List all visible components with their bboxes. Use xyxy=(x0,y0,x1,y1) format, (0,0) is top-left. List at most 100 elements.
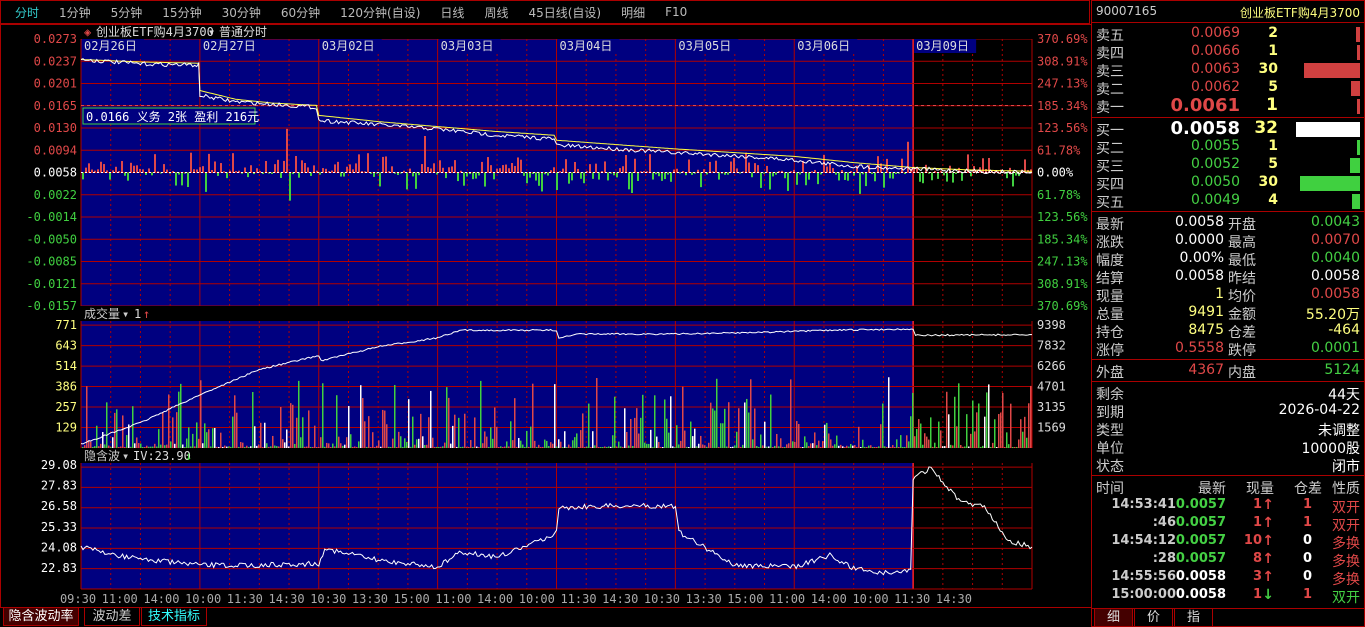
change-bar-up xyxy=(346,166,348,173)
volume-bar xyxy=(438,446,440,448)
side-tab-2[interactable]: 指 xyxy=(1174,609,1213,627)
volume-bar xyxy=(674,446,676,448)
volume-bar xyxy=(912,392,914,448)
bottom-tab-0[interactable]: 隐含波动率 xyxy=(3,608,79,626)
change-bar-up xyxy=(220,163,222,173)
volume-bar xyxy=(592,431,594,448)
bottom-tab-1[interactable]: 波动差 xyxy=(84,608,140,626)
bid-row-1: 买一 0.0058 32 xyxy=(1092,118,1364,139)
volume-bar xyxy=(752,439,754,448)
price-tick-left: -0.0085 xyxy=(26,255,77,269)
change-bar-up xyxy=(136,165,138,173)
volume-bar xyxy=(650,429,652,448)
volume-bar xyxy=(140,443,142,448)
volume-bar xyxy=(260,422,262,448)
time-tick: 10:00 xyxy=(852,592,888,606)
contract-value: 2026-04-22 xyxy=(1278,402,1360,418)
volume-bar xyxy=(360,385,362,448)
volume-bar xyxy=(346,437,348,448)
volume-bar xyxy=(922,444,924,448)
volume-bar xyxy=(558,439,560,448)
volume-bar xyxy=(390,447,392,448)
stat-label: 涨跌 xyxy=(1096,235,1124,251)
trade-row: 14:54:12 0.0057 10 ↑ 0 多换 xyxy=(1092,533,1364,552)
volume-bar xyxy=(496,427,498,448)
ask-volume: 30 xyxy=(1258,61,1278,77)
change-bar-up xyxy=(439,160,441,173)
iv-tick-left: 25.33 xyxy=(41,520,77,534)
volume-bar xyxy=(134,443,136,448)
volume-bar xyxy=(564,431,566,448)
volume-bar xyxy=(500,446,502,448)
quote-header: 90007165 创业板ETF购4月3700 xyxy=(1092,4,1364,22)
volume-bar xyxy=(308,410,310,448)
tab-2[interactable]: 5分钟 xyxy=(111,4,143,21)
change-bar-down xyxy=(955,172,957,174)
change-bar-down xyxy=(280,172,282,178)
change-bar-up xyxy=(442,167,444,173)
tab-1[interactable]: 1分钟 xyxy=(59,4,91,21)
volume-bar xyxy=(724,408,726,448)
volume-bar xyxy=(638,433,640,448)
volume-bar xyxy=(786,444,788,448)
change-bar-up xyxy=(901,158,903,173)
tab-3[interactable]: 15分钟 xyxy=(162,4,201,21)
chart-area[interactable]: ◈ 创业板ETF购4月3700 ▾ 普通分时 02月26日 02月27日 03月02日 03月… xyxy=(0,24,1092,608)
stat-value: 0.0040 xyxy=(1311,250,1360,266)
change-bar-down xyxy=(607,172,609,181)
volume-bar xyxy=(352,446,354,448)
volume-bar xyxy=(230,446,232,448)
change-bar-up xyxy=(382,156,384,173)
change-bar-down xyxy=(718,172,720,180)
volume-bar xyxy=(192,433,194,448)
ask-volume: 1 xyxy=(1266,95,1278,115)
side-tab-0[interactable]: 细 xyxy=(1094,609,1133,627)
chart-svg[interactable]: ◈ 创业板ETF购4月3700▾ 普通分时02月26日 02月27日 03月02日 03月… xyxy=(1,24,1091,607)
volume-value: 1 xyxy=(134,307,141,321)
volume-bar xyxy=(656,436,658,448)
tab-7[interactable]: 日线 xyxy=(440,4,464,21)
volume-bar xyxy=(180,383,182,448)
volume-bar xyxy=(868,445,870,448)
volume-bar xyxy=(206,432,208,448)
tab-8[interactable]: 周线 xyxy=(484,4,508,21)
up-arrow-icon: ↑ xyxy=(1262,515,1274,531)
volume-bar xyxy=(970,433,972,448)
tab-0[interactable]: 分时 xyxy=(15,4,39,21)
volume-bar xyxy=(356,446,358,448)
price-tick-right: 61.78% xyxy=(1037,143,1081,157)
volume-bar xyxy=(264,422,266,448)
volume-bar xyxy=(888,377,890,448)
volume-bar xyxy=(980,446,982,448)
change-bar-down xyxy=(895,172,897,175)
volume-bar xyxy=(1012,446,1014,448)
volume-bar xyxy=(406,442,408,448)
tab-11[interactable]: F10 xyxy=(665,5,687,19)
change-bar-up xyxy=(424,135,426,173)
change-bar-down xyxy=(343,172,345,177)
tab-9[interactable]: 45日线(自设) xyxy=(528,4,601,21)
volume-bar xyxy=(1016,446,1018,448)
volume-bar xyxy=(540,446,542,448)
volume-bar xyxy=(344,444,346,448)
ask-volume: 2 xyxy=(1268,25,1278,41)
volume-bar xyxy=(130,446,132,448)
volume-bar xyxy=(148,446,150,448)
volume-bar xyxy=(276,446,278,448)
volume-header-bg xyxy=(81,306,1032,321)
tab-5[interactable]: 60分钟 xyxy=(281,4,320,21)
volume-bar xyxy=(578,446,580,448)
chart-title: 创业板ETF购4月3700 xyxy=(96,25,214,39)
bottom-tab-2[interactable]: 技术指标 xyxy=(141,608,207,626)
volume-bar xyxy=(598,446,600,448)
tab-6[interactable]: 120分钟(自设) xyxy=(340,4,420,21)
volume-bar xyxy=(242,442,244,448)
divider xyxy=(1092,381,1364,382)
volume-bar xyxy=(816,445,818,448)
tab-4[interactable]: 30分钟 xyxy=(222,4,261,21)
change-bar-down xyxy=(931,172,933,181)
side-tab-1[interactable]: 价 xyxy=(1134,609,1173,627)
volume-bar xyxy=(854,445,856,448)
tab-10[interactable]: 明细 xyxy=(621,4,645,21)
change-bar-up xyxy=(277,159,279,173)
